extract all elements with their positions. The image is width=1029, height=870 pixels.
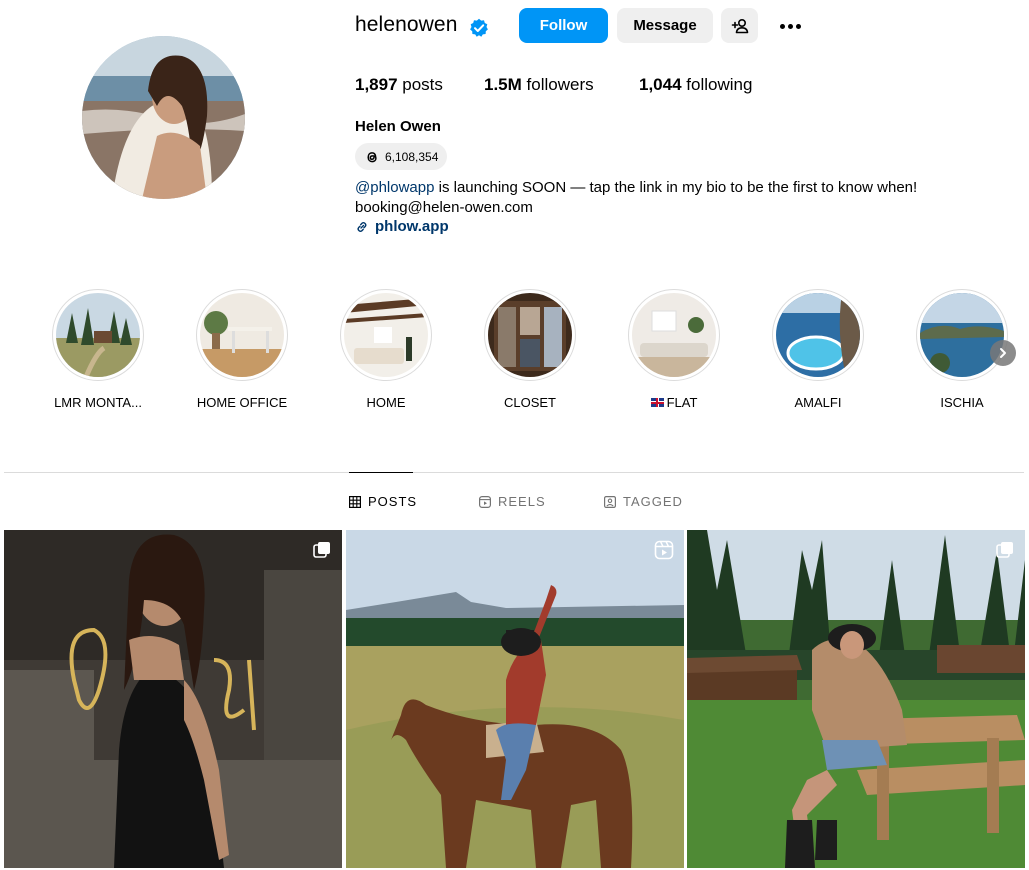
tab-label: REELS [498, 494, 546, 509]
post-thumbnail[interactable] [346, 530, 684, 868]
post-thumbnail[interactable] [687, 530, 1025, 868]
profile-bio: @phlowapp is launching SOON — tap the li… [355, 178, 917, 218]
profile-avatar[interactable] [82, 36, 245, 199]
followers-count[interactable]: 1.5M followers [484, 75, 594, 95]
bio-mention-link[interactable]: @phlowapp [355, 179, 434, 196]
bio-text-line1: is launching SOON — tap the link in my b… [434, 179, 918, 196]
highlight-ring [484, 289, 576, 381]
bio-link-text[interactable]: phlow.app [375, 218, 449, 235]
highlight-home[interactable]: HOME [326, 289, 446, 410]
threads-icon [367, 151, 377, 162]
tab-reels[interactable]: REELS [479, 494, 546, 509]
profile-full-name: Helen Owen [355, 118, 441, 135]
tab-label: TAGGED [623, 494, 683, 509]
carousel-icon [996, 542, 1013, 558]
highlight-ring [772, 289, 864, 381]
reel-icon [654, 540, 674, 560]
highlights-next-button[interactable] [990, 340, 1016, 366]
highlight-label: LMR MONTA... [54, 395, 142, 410]
tab-posts[interactable]: POSTS [349, 494, 417, 509]
highlight-label: FLAT [614, 395, 734, 410]
highlight-flat[interactable]: FLAT [614, 289, 734, 410]
highlight-label: HOME [366, 395, 406, 410]
tagged-icon [604, 495, 616, 508]
highlight-label: CLOSET [503, 395, 556, 410]
tab-label: POSTS [368, 494, 418, 509]
dot-icon [779, 23, 785, 29]
section-divider [4, 472, 1024, 473]
highlight-label: ISCHIA [940, 395, 984, 410]
more-options-button[interactable] [775, 14, 805, 38]
threads-count: 6,108,354 [385, 149, 439, 164]
following-count[interactable]: 1,044 following [639, 75, 752, 95]
add-person-icon [731, 18, 748, 33]
post-thumbnail[interactable] [4, 530, 342, 868]
highlight-label: HOME OFFICE [196, 395, 288, 410]
profile-username: helenowen [355, 13, 458, 36]
chevron-right-icon [1000, 348, 1006, 358]
active-tab-indicator [349, 472, 413, 473]
reels-icon [479, 495, 491, 508]
highlight-label: AMALFI [794, 395, 842, 410]
grid-icon [349, 495, 361, 508]
highlight-ring [916, 289, 1008, 381]
highlight-ring [196, 289, 288, 381]
highlight-ring [628, 289, 720, 381]
dot-icon [787, 23, 793, 29]
tab-tagged[interactable]: TAGGED [604, 494, 683, 509]
highlight-lmr-montana[interactable]: LMR MONTA... [38, 289, 158, 410]
dot-icon [795, 23, 801, 29]
link-icon [357, 221, 367, 232]
highlight-amalfi[interactable]: AMALFI [758, 289, 878, 410]
uk-flag-icon [650, 398, 664, 407]
highlight-ring [52, 289, 144, 381]
follow-button[interactable]: Follow [519, 8, 608, 43]
message-button[interactable]: Message [617, 8, 713, 43]
highlight-home-office[interactable]: HOME OFFICE [182, 289, 302, 410]
bio-email: booking@helen-owen.com [355, 199, 533, 216]
threads-badge[interactable]: 6,108,354 [355, 143, 448, 170]
suggested-accounts-button[interactable] [721, 8, 758, 43]
bio-external-link[interactable]: phlow.app [355, 218, 449, 235]
verified-badge-icon [470, 18, 488, 37]
highlight-closet[interactable]: CLOSET [470, 289, 590, 410]
highlight-ring [340, 289, 432, 381]
posts-count: 1,897 posts [355, 75, 443, 94]
carousel-icon [313, 542, 330, 558]
